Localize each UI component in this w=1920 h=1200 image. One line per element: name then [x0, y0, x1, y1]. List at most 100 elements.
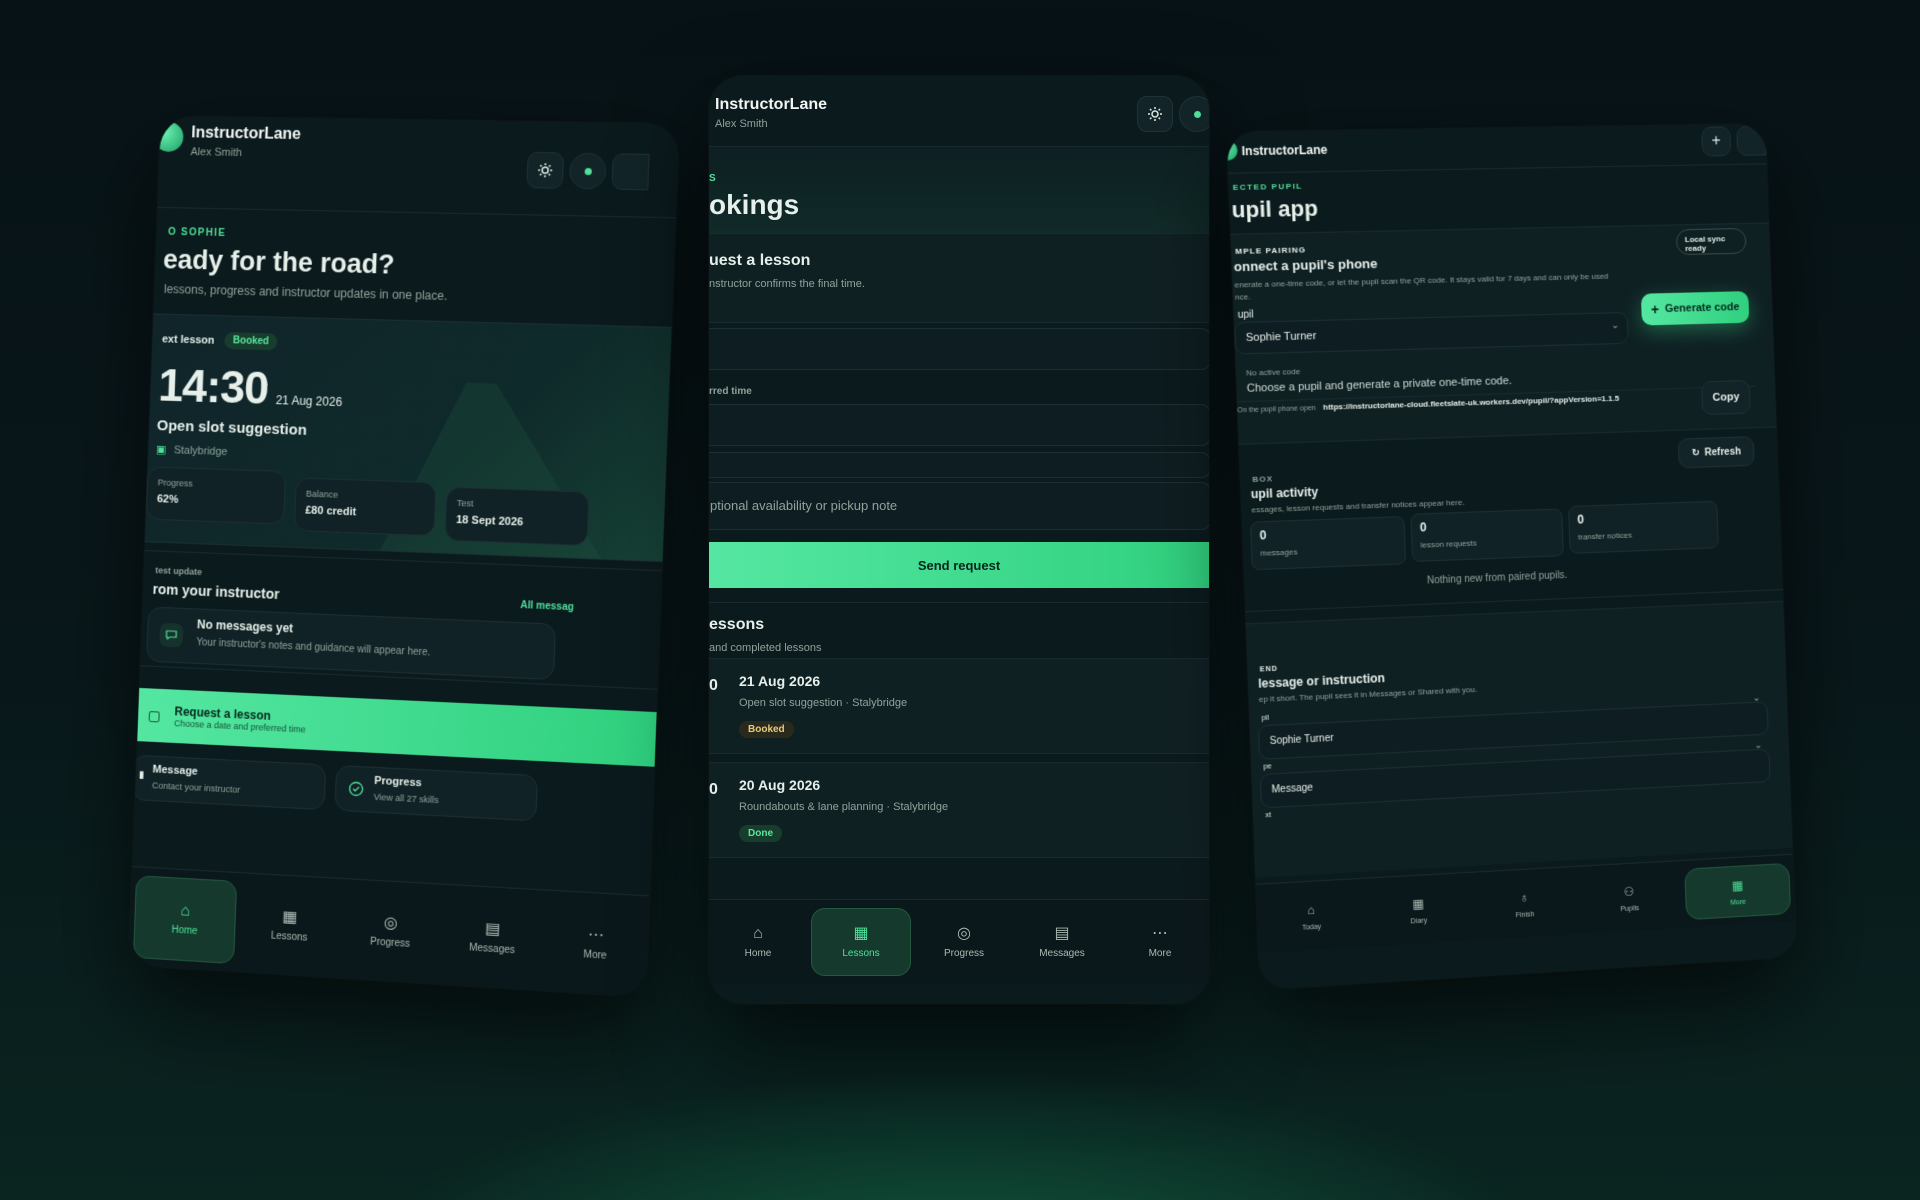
request-lesson-cta[interactable]: ▢ Request a lesson Choose a date and pre… — [129, 687, 657, 766]
chat-icon: ▤ — [485, 921, 501, 938]
status-button[interactable] — [1179, 96, 1209, 132]
counter-label: lesson requests — [1420, 538, 1477, 549]
avatar-button[interactable] — [611, 153, 649, 190]
tab-home[interactable]: ⌂ Home — [709, 900, 807, 984]
tab-pupils[interactable]: ⚇ Pupils — [1576, 861, 1683, 935]
tab-finish[interactable]: ♁ Finish — [1470, 867, 1578, 941]
status-badge: Booked — [739, 721, 794, 738]
more-dots-icon: ⋯ — [1152, 926, 1168, 942]
counter-label: transfer notices — [1578, 531, 1632, 542]
tab-label: Messages — [469, 942, 515, 956]
tab-label: Pupils — [1620, 905, 1639, 913]
next-lesson-card[interactable]: ext lesson Booked 14:30 21 Aug 2026 Open… — [135, 313, 679, 562]
lesson-row[interactable]: 0 21 Aug 2026 Open slot suggestion · Sta… — [709, 658, 1209, 754]
check-circle-icon: ◎ — [383, 915, 398, 932]
tab-more[interactable]: ▦ More — [1684, 863, 1791, 920]
code-label: No active code — [1246, 367, 1300, 378]
stat-label: Progress — [157, 477, 192, 488]
duration-field[interactable] — [709, 452, 1209, 478]
quick-action-subtitle: Contact your instructor — [152, 780, 241, 794]
tab-label: More — [1730, 898, 1746, 906]
brand-name: InstructorLane — [1241, 143, 1327, 159]
type-label: pe — [1263, 763, 1271, 770]
request-title: uest a lesson — [709, 252, 810, 270]
booked-badge: Booked — [224, 332, 278, 350]
tab-more[interactable]: ⋯ More — [542, 891, 650, 998]
preferred-time-field[interactable] — [709, 404, 1209, 446]
send-pupil-select[interactable]: Sophie Turner ⌄ — [1258, 701, 1769, 760]
tab-progress[interactable]: ◎ Progress — [915, 900, 1013, 984]
open-url-label: On the pupil phone open — [1237, 405, 1316, 414]
send-message-section: END lessage or instruction ep it short. … — [1235, 601, 1792, 878]
lesson-row[interactable]: 0 20 Aug 2026 Roundabouts & lane plannin… — [709, 762, 1209, 858]
generate-code-button[interactable]: + Generate code — [1641, 291, 1750, 325]
page-title: upil app — [1231, 195, 1318, 223]
counter-lesson-requests: 0 lesson requests — [1410, 508, 1564, 562]
tab-lessons[interactable]: ▦ Lessons — [811, 908, 911, 976]
page-eyebrow: S — [709, 173, 717, 184]
theme-toggle-button[interactable] — [526, 152, 564, 189]
microphone-icon: ♁ — [1519, 889, 1529, 905]
inbox-empty-text: Nothing new from paired pupils. — [1427, 570, 1568, 587]
avatar-button[interactable] — [1736, 126, 1766, 156]
status-button[interactable] — [569, 153, 607, 190]
stat-test: Test 18 Sept 2026 — [444, 487, 589, 547]
tab-label: Messages — [1039, 948, 1085, 959]
stat-value: 18 Sept 2026 — [456, 514, 523, 529]
message-quick-action[interactable]: ▮ Message Contact your instructor — [131, 755, 326, 811]
bottom-tab-bar: ⌂ Home ▦ Lessons ◎ Progress ▤ Messages ⋯ More — [709, 899, 1209, 984]
app-header: InstructorLane Alex Smith — [157, 116, 679, 218]
page-eyebrow: ECTED PUPIL — [1233, 182, 1303, 192]
stat-balance: Balance £80 credit — [294, 477, 437, 536]
counter-value: 0 — [1259, 528, 1266, 542]
add-button[interactable]: + — [1701, 126, 1731, 156]
tab-more[interactable]: ⋯ More — [1111, 900, 1209, 984]
preferred-time-label: rred time — [709, 386, 752, 397]
progress-quick-action[interactable]: Progress View all 27 skills — [334, 765, 538, 821]
greeting-eyebrow: O SOPHIE — [168, 227, 226, 239]
calendar-icon: ▦ — [1412, 895, 1424, 912]
theme-toggle-button[interactable] — [1137, 96, 1173, 132]
lesson-description: Roundabouts & lane planning · Stalybridg… — [739, 801, 948, 813]
tab-messages[interactable]: ▤ Messages — [439, 885, 545, 991]
pupil-select[interactable]: Sophie Turner ⌄ — [1234, 312, 1629, 355]
tab-lessons[interactable]: ▦ Lessons — [238, 873, 342, 978]
location-pin-icon: ▣ — [156, 443, 167, 456]
send-request-button[interactable]: Send request — [709, 542, 1209, 588]
message-icon: ▮ — [139, 770, 145, 781]
refresh-button[interactable]: ↻ Refresh — [1678, 436, 1755, 468]
type-select[interactable]: Message ⌄ — [1260, 748, 1771, 808]
tab-home[interactable]: ⌂ Home — [133, 875, 237, 964]
lessons-subtitle: and completed lessons — [709, 642, 822, 654]
button-label: Generate code — [1665, 301, 1740, 315]
tab-today[interactable]: ⌂ Today — [1256, 879, 1367, 954]
all-messages-link[interactable]: All messag — [520, 600, 574, 613]
hero-subtitle: lessons, progress and instructor updates… — [164, 282, 448, 303]
note-input[interactable]: ptional availability or pickup note — [709, 482, 1209, 530]
app-header: InstructorLane Alex Smith — [709, 76, 1209, 147]
calendar-icon: ▢ — [148, 707, 161, 724]
send-eyebrow: END — [1260, 666, 1278, 674]
tab-progress[interactable]: ◎ Progress — [338, 879, 443, 985]
copy-button[interactable]: Copy — [1701, 380, 1751, 415]
tab-messages[interactable]: ▤ Messages — [1013, 900, 1111, 984]
next-lesson-time: 14:30 — [157, 358, 269, 415]
user-name: Alex Smith — [715, 118, 768, 130]
bookings-phone: InstructorLane Alex Smith S okings uest … — [709, 76, 1209, 1004]
page-heading: S okings — [709, 147, 1209, 234]
tab-diary[interactable]: ▦ Diary — [1364, 873, 1473, 947]
tab-label: More — [1149, 948, 1172, 959]
text-label: xt — [1265, 812, 1271, 819]
status-badge: Done — [739, 825, 782, 842]
date-field[interactable] — [709, 328, 1209, 370]
pairing-section: MPLE PAIRING onnect a pupil's phone ener… — [1227, 222, 1777, 445]
next-lesson-location: Stalybridge — [174, 444, 228, 458]
plus-icon: + — [1711, 132, 1721, 150]
sun-icon — [537, 162, 554, 178]
stat-label: Test — [457, 498, 474, 509]
counter-label: messages — [1260, 547, 1298, 558]
lessons-title: essons — [709, 616, 764, 634]
next-lesson-date: 21 Aug 2026 — [275, 393, 342, 409]
home-icon: ⌂ — [180, 903, 190, 919]
calendar-icon: ▦ — [282, 909, 297, 926]
